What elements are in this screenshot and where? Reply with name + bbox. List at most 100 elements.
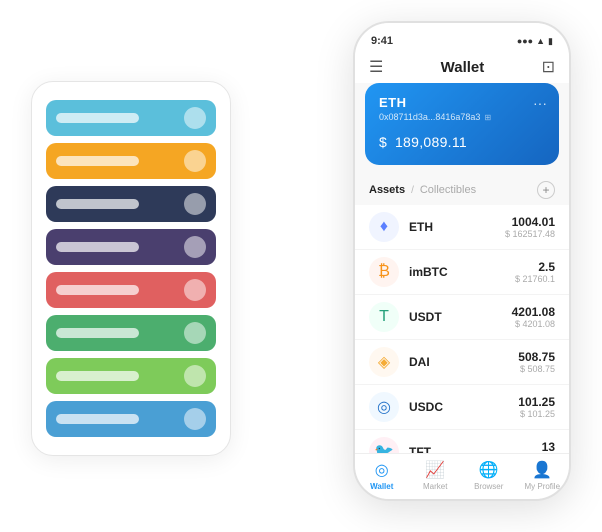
- asset-amount-primary: 13: [542, 440, 555, 453]
- card-item-bar: [56, 113, 139, 123]
- card-item-bar: [56, 285, 139, 295]
- asset-amount-primary: 1004.01: [505, 215, 555, 229]
- tab-assets[interactable]: Assets: [369, 184, 405, 196]
- signal-icon: ●●●: [517, 36, 533, 46]
- card-item-circle: [184, 365, 206, 387]
- eth-card-name: ETH: [379, 95, 545, 110]
- card-item-bar: [56, 328, 139, 338]
- card-item-bar: [56, 199, 139, 209]
- asset-name: DAI: [409, 355, 518, 369]
- asset-icon: 🐦: [369, 437, 399, 453]
- asset-amounts: 1004.01$ 162517.48: [505, 215, 555, 239]
- add-asset-button[interactable]: +: [537, 181, 555, 199]
- phone-header: ☰ Wallet ⊡: [355, 51, 569, 83]
- assets-header: Assets / Collectibles +: [355, 175, 569, 205]
- bottom-nav: ◎Wallet 📈 Market 🌐 Browser 👤 My Profile: [355, 453, 569, 499]
- asset-row[interactable]: ◈ DAI508.75$ 508.75: [355, 340, 569, 385]
- nav-item-wallet[interactable]: ◎Wallet: [355, 460, 409, 491]
- asset-icon: ◎: [369, 392, 399, 422]
- card-stack-item[interactable]: [46, 272, 216, 308]
- nav-item-browser[interactable]: 🌐 Browser: [462, 460, 516, 491]
- card-stack-item[interactable]: [46, 315, 216, 351]
- eth-card: ETH 0x08711d3a...8416a78a3 ⊞ $ 189,089.1…: [365, 83, 559, 165]
- asset-amount-primary: 4201.08: [512, 305, 555, 319]
- asset-icon: ◈: [369, 347, 399, 377]
- nav-item-my-profile[interactable]: 👤 My Profile: [516, 460, 570, 491]
- status-bar: 9:41 ●●● ▲ ▮: [355, 23, 569, 51]
- card-item-circle: [184, 193, 206, 215]
- phone-body: ETH 0x08711d3a...8416a78a3 ⊞ $ 189,089.1…: [355, 83, 569, 453]
- asset-amount-primary: 2.5: [515, 260, 555, 274]
- asset-amount-primary: 101.25: [518, 395, 555, 409]
- eth-card-menu[interactable]: ···: [533, 95, 547, 111]
- card-item-circle: [184, 107, 206, 129]
- asset-amounts: 4201.08$ 4201.08: [512, 305, 555, 329]
- eth-balance: 189,089.11: [395, 134, 467, 150]
- menu-icon[interactable]: ☰: [369, 57, 383, 77]
- asset-amounts: 2.5$ 21760.1: [515, 260, 555, 284]
- asset-amount-primary: 508.75: [518, 350, 555, 364]
- scan-icon[interactable]: ⊡: [542, 57, 555, 77]
- eth-card-address: 0x08711d3a...8416a78a3 ⊞: [379, 112, 545, 122]
- asset-icon: ♦: [369, 212, 399, 242]
- card-item-circle: [184, 279, 206, 301]
- asset-amount-secondary: $ 508.75: [518, 364, 555, 374]
- card-item-bar: [56, 414, 139, 424]
- tab-collectibles[interactable]: Collectibles: [420, 184, 476, 196]
- asset-row[interactable]: ♦ ETH1004.01$ 162517.48: [355, 205, 569, 250]
- nav-icon-browser: 🌐: [479, 460, 499, 480]
- card-item-bar: [56, 156, 139, 166]
- asset-row[interactable]: ◎ USDC101.25$ 101.25: [355, 385, 569, 430]
- eth-card-amount: $ 189,089.11: [379, 130, 545, 153]
- card-item-bar: [56, 242, 139, 252]
- card-stack-item[interactable]: [46, 229, 216, 265]
- card-item-circle: [184, 150, 206, 172]
- asset-icon: ₿: [369, 257, 399, 287]
- asset-row[interactable]: 🐦 TFT130: [355, 430, 569, 453]
- asset-amount-secondary: $ 4201.08: [512, 319, 555, 329]
- card-stack-item[interactable]: [46, 401, 216, 437]
- asset-name: USDC: [409, 400, 518, 414]
- battery-icon: ▮: [548, 36, 553, 47]
- asset-name: TFT: [409, 445, 542, 453]
- nav-label-market: Market: [423, 482, 447, 491]
- asset-amounts: 101.25$ 101.25: [518, 395, 555, 419]
- asset-list: ♦ ETH1004.01$ 162517.48 ₿ imBTC2.5$ 21760.1…: [355, 205, 569, 453]
- asset-amount-secondary: $ 101.25: [518, 409, 555, 419]
- nav-label-my-profile: My Profile: [524, 482, 560, 491]
- card-item-circle: [184, 322, 206, 344]
- scene: 9:41 ●●● ▲ ▮ ☰ Wallet ⊡ ETH 0x08711d3a..…: [21, 21, 581, 511]
- asset-row[interactable]: T USDT4201.08$ 4201.08: [355, 295, 569, 340]
- status-time: 9:41: [371, 35, 393, 47]
- nav-label-browser: Browser: [474, 482, 503, 491]
- asset-name: ETH: [409, 220, 505, 234]
- nav-icon-market: 📈: [425, 460, 445, 480]
- wifi-icon: ▲: [536, 36, 545, 46]
- asset-amounts: 130: [542, 440, 555, 453]
- assets-tabs: Assets / Collectibles: [369, 184, 476, 196]
- nav-icon-wallet: ◎: [375, 460, 389, 480]
- status-icons: ●●● ▲ ▮: [517, 36, 553, 47]
- asset-amount-secondary: $ 21760.1: [515, 274, 555, 284]
- asset-icon: T: [369, 302, 399, 332]
- asset-name: imBTC: [409, 265, 515, 279]
- nav-item-market[interactable]: 📈 Market: [409, 460, 463, 491]
- card-stack: [31, 81, 231, 456]
- tab-divider: /: [411, 185, 414, 196]
- page-title: Wallet: [441, 59, 485, 76]
- asset-row[interactable]: ₿ imBTC2.5$ 21760.1: [355, 250, 569, 295]
- asset-amounts: 508.75$ 508.75: [518, 350, 555, 374]
- card-stack-item[interactable]: [46, 358, 216, 394]
- card-stack-item[interactable]: [46, 143, 216, 179]
- card-stack-item[interactable]: [46, 186, 216, 222]
- card-stack-item[interactable]: [46, 100, 216, 136]
- asset-name: USDT: [409, 310, 512, 324]
- copy-icon[interactable]: ⊞: [484, 113, 491, 122]
- card-item-circle: [184, 408, 206, 430]
- card-item-circle: [184, 236, 206, 258]
- currency-symbol: $: [379, 134, 387, 150]
- phone: 9:41 ●●● ▲ ▮ ☰ Wallet ⊡ ETH 0x08711d3a..…: [353, 21, 571, 501]
- card-item-bar: [56, 371, 139, 381]
- asset-amount-secondary: $ 162517.48: [505, 229, 555, 239]
- nav-icon-my-profile: 👤: [532, 460, 552, 480]
